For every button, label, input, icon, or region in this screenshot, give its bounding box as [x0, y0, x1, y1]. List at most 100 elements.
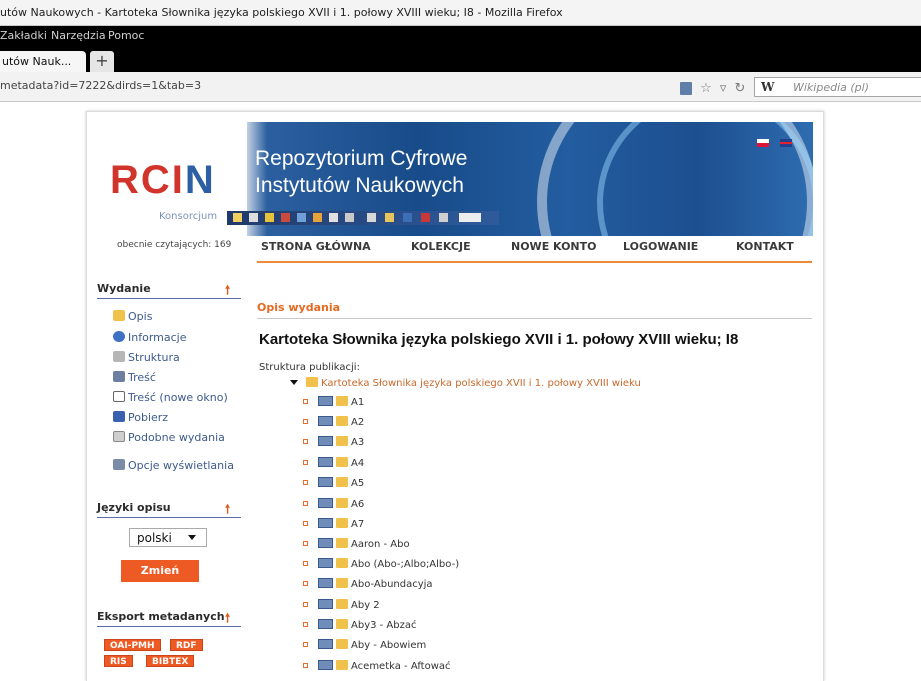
star-icon[interactable]: ☆	[700, 81, 712, 97]
folder-icon	[113, 310, 125, 321]
jezyki-heading: Języki opisu 🠕	[97, 501, 230, 516]
book-icon	[318, 578, 333, 588]
search-input[interactable]: Wikipedia (pl)	[793, 81, 869, 94]
save-icon	[113, 411, 125, 422]
export-ris[interactable]: RIS	[104, 655, 133, 667]
bullet-icon	[303, 399, 308, 404]
change-language-button[interactable]: Zmień	[121, 560, 199, 582]
language-flags	[757, 132, 793, 151]
folder-icon	[336, 660, 348, 670]
book-icon	[318, 477, 333, 487]
sidebar-item-podobne[interactable]: Podobne wydania	[113, 431, 225, 444]
bullet-icon	[303, 581, 308, 586]
browser-tab-label: utów Nauk...	[2, 55, 72, 68]
folder-icon	[336, 416, 348, 426]
book-icon	[318, 599, 333, 609]
chevron-down-icon	[188, 535, 196, 540]
folder-icon	[336, 396, 348, 406]
book-icon	[318, 558, 333, 568]
tree-item[interactable]: Aby3 - Abzać	[303, 619, 417, 631]
tree-item[interactable]: Aby 2	[303, 599, 380, 611]
bullet-icon	[303, 460, 308, 465]
tree-item[interactable]: Aaron - Abo	[303, 538, 410, 550]
sidebar-item-tresc-new-window[interactable]: Treść (nowe okno)	[113, 391, 228, 404]
polish-flag-icon[interactable]	[757, 139, 769, 147]
nav-new-account[interactable]: NOWE KONTO	[511, 240, 596, 253]
browser-tab[interactable]: utów Nauk...	[0, 51, 86, 72]
bullet-icon	[303, 439, 308, 444]
tree-item[interactable]: A3	[303, 436, 364, 448]
tree-item[interactable]: A6	[303, 498, 364, 510]
language-select[interactable]: polski	[129, 528, 207, 547]
tree-item[interactable]: A5	[303, 477, 364, 489]
site-banner: RCIN Konsorcjum Repozytorium Cyfrowe Ins…	[97, 122, 813, 236]
book-icon	[318, 457, 333, 467]
folder-icon	[336, 477, 348, 487]
section-title: Opis wydania	[257, 301, 341, 314]
konsorcjum-label: Konsorcjum	[159, 211, 218, 222]
bullet-icon	[303, 561, 308, 566]
menu-help[interactable]: Pomoc	[108, 29, 144, 42]
display-options-icon	[113, 459, 125, 470]
navigation-bar: metadata?id=7222&dirds=1&tab=3 ☆ ▿ ↻ W W…	[0, 72, 921, 102]
bullet-icon	[303, 419, 308, 424]
sidebar-item-pobierz[interactable]: Pobierz	[113, 411, 168, 424]
folder-icon	[336, 578, 348, 588]
nav-home[interactable]: STRONA GŁÓWNA	[261, 240, 371, 253]
url-bar[interactable]: metadata?id=7222&dirds=1&tab=3	[0, 79, 201, 92]
sidebar-item-tresc[interactable]: Treść	[113, 371, 156, 384]
bullet-icon	[303, 541, 308, 546]
nav-contact[interactable]: KONTAKT	[736, 240, 794, 253]
export-bibtex[interactable]: BIBTEX	[146, 655, 195, 667]
export-rdf[interactable]: RDF	[170, 639, 203, 651]
sidebar-item-struktura[interactable]: Struktura	[113, 351, 180, 364]
structure-icon	[113, 351, 125, 362]
tree-item[interactable]: Abo-Abundacyja	[303, 578, 433, 590]
sidebar-item-opis[interactable]: Opis	[113, 310, 152, 323]
english-flag-icon[interactable]	[780, 139, 793, 147]
export-heading: Eksport metadanych 🠕	[97, 610, 230, 625]
nav-collections[interactable]: KOLEKCJE	[411, 240, 471, 253]
tree-item[interactable]: A1	[303, 396, 364, 408]
expand-triangle-icon	[290, 380, 298, 385]
reload-icon[interactable]: ↻	[734, 81, 745, 97]
folder-icon	[336, 599, 348, 609]
reader-icon[interactable]	[680, 82, 692, 95]
sidebar-item-informacje[interactable]: Informacje	[113, 331, 186, 344]
book-icon	[318, 660, 333, 670]
tree-item[interactable]: Acemetka - Aftować	[303, 660, 451, 672]
bullet-icon	[303, 480, 308, 485]
rcin-logo[interactable]: RCIN	[110, 158, 216, 203]
new-tab-button[interactable]: +	[90, 51, 114, 72]
folder-icon	[336, 619, 348, 629]
book-icon	[318, 619, 333, 629]
nav-underline	[257, 261, 812, 263]
tree-item[interactable]: A7	[303, 518, 364, 530]
new-window-icon	[113, 391, 125, 402]
book-icon	[318, 639, 333, 649]
page-container: RCIN Konsorcjum Repozytorium Cyfrowe Ins…	[86, 111, 824, 681]
tree-item[interactable]: A4	[303, 457, 364, 469]
tree-root-item[interactable]: Kartoteka Słownika języka polskiego XVII…	[290, 377, 641, 389]
export-oai-pmh[interactable]: OAI-PMH	[104, 639, 161, 651]
search-box[interactable]: W Wikipedia (pl)	[754, 77, 921, 97]
nav-login[interactable]: LOGOWANIE	[623, 240, 698, 253]
sidebar-item-opcje[interactable]: Opcje wyświetlania	[113, 459, 234, 472]
book-icon	[318, 498, 333, 508]
tree-item[interactable]: A2	[303, 416, 364, 428]
bullet-icon	[303, 663, 308, 668]
folder-icon	[336, 558, 348, 568]
tree-item[interactable]: Abo (Abo-;Albo;Albo-)	[303, 558, 459, 570]
folder-icon	[336, 518, 348, 528]
jezyki-divider	[97, 517, 241, 518]
tree-item[interactable]: Aby - Abowiem	[303, 639, 426, 651]
site-title-line1: Repozytorium Cyfrowe	[255, 147, 468, 170]
menu-tools[interactable]: Narzędzia	[51, 29, 106, 42]
menu-bar: Zakładki Narzędzia Pomoc	[0, 26, 921, 46]
menu-bookmarks[interactable]: Zakładki	[0, 29, 47, 42]
dropdown-icon[interactable]: ▿	[720, 81, 727, 97]
wikipedia-icon[interactable]: W	[761, 80, 774, 94]
wydanie-divider	[97, 298, 241, 299]
book-icon	[318, 518, 333, 528]
page-title: Kartoteka Słownika języka polskiego XVII…	[259, 331, 739, 348]
